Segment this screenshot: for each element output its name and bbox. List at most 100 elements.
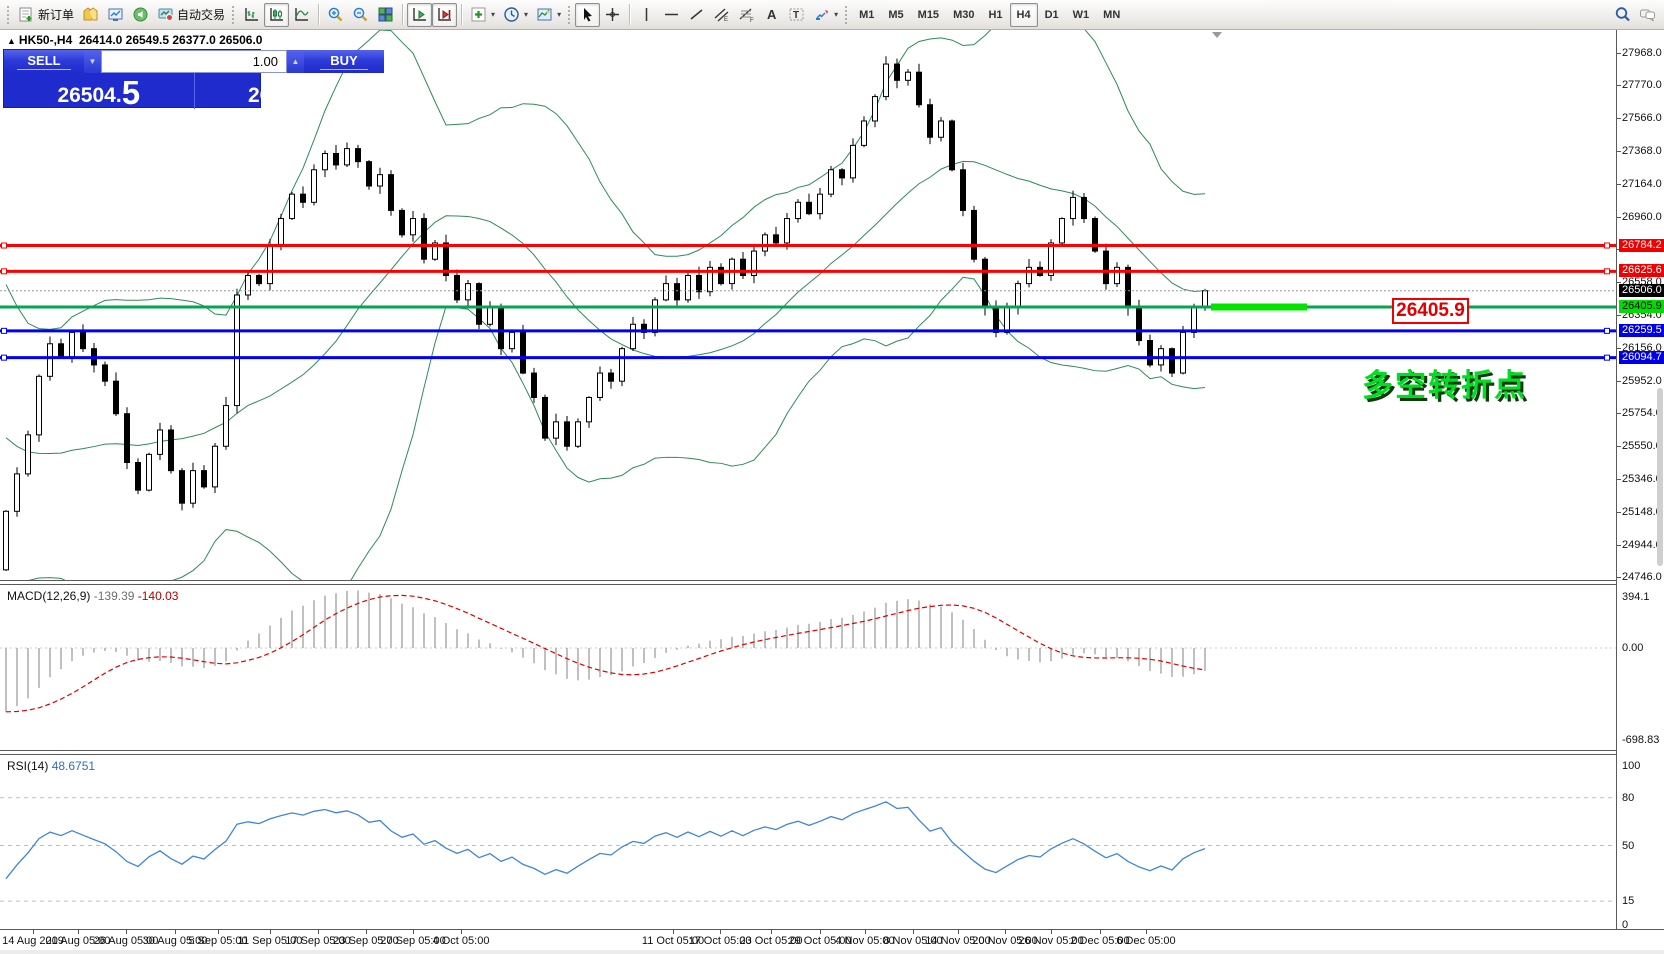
button-label: H1	[988, 9, 1002, 21]
chart-shift-marker-icon[interactable]	[1212, 32, 1222, 38]
timeframe-h1-button[interactable]: H1	[981, 3, 1009, 27]
timeframe-mn-button[interactable]: MN	[1096, 3, 1127, 27]
toolbar-grip[interactable]	[567, 5, 571, 25]
volume-decrease-button[interactable]: ▼	[84, 50, 101, 73]
date-tick	[1051, 930, 1052, 934]
new-order-button[interactable]: 新订单	[14, 3, 78, 27]
crosshair-button[interactable]	[600, 3, 625, 27]
toolbar-grip[interactable]	[6, 5, 10, 25]
templates-button[interactable]: ▾	[532, 3, 565, 27]
equidistant-channel-button[interactable]: E	[709, 3, 734, 27]
volume-increase-button[interactable]: ▲	[287, 50, 304, 73]
search-button[interactable]	[1610, 3, 1635, 27]
line-handle[interactable]	[2, 328, 7, 333]
rsi-panel	[0, 755, 1616, 929]
trendline-button[interactable]	[684, 3, 709, 27]
bars-chart-icon	[243, 6, 260, 23]
market-watch-button[interactable]	[103, 3, 128, 27]
text-icon: A	[763, 6, 780, 23]
candlestick-chart-button[interactable]	[264, 3, 289, 27]
line-handle[interactable]	[2, 355, 7, 360]
rsi-axis-label: 15	[1622, 895, 1634, 907]
auto-scroll-button[interactable]	[407, 3, 432, 27]
date-tick	[958, 930, 959, 934]
date-tick	[673, 930, 674, 934]
date-tick	[413, 930, 414, 934]
line-handle[interactable]	[1605, 328, 1610, 333]
price-axis-label: 25952.0	[1622, 375, 1662, 387]
chart-shift-icon	[436, 6, 453, 23]
chevron-down-icon[interactable]: ▾	[557, 10, 561, 19]
chevron-down-icon[interactable]: ▾	[491, 10, 495, 19]
line-handle[interactable]	[1605, 269, 1610, 274]
autotrading-button[interactable]: 自动交易	[153, 3, 229, 27]
timeframe-m30-button[interactable]: M30	[946, 3, 981, 27]
buy-button[interactable]: BUY	[304, 50, 384, 73]
bar-chart-button[interactable]	[239, 3, 264, 27]
macd-axis-label: -698.83	[1622, 734, 1659, 746]
volume-input[interactable]	[101, 50, 287, 73]
periods-button[interactable]: ▾	[499, 3, 532, 27]
turning-point-annotation[interactable]: 多空转折点	[1362, 360, 1527, 405]
vertical-scrollbar[interactable]	[1657, 388, 1663, 566]
crosshair-icon	[604, 6, 621, 23]
tile-windows-button[interactable]	[373, 3, 398, 27]
sell-price[interactable]: 26504.5	[4, 73, 194, 109]
date-tick	[913, 930, 914, 934]
axis-tick	[1617, 53, 1621, 54]
axis-tick	[1617, 85, 1621, 86]
line-chart-button[interactable]	[289, 3, 314, 27]
profiles-icon	[82, 6, 99, 23]
timeframe-d1-button[interactable]: D1	[1038, 3, 1066, 27]
arrows-icon	[813, 6, 830, 23]
fibonacci-button[interactable]: F	[734, 3, 759, 27]
chevron-down-icon[interactable]: ▾	[834, 10, 838, 19]
rsi-indicator-label: RSI(14) 48.6751	[7, 759, 95, 773]
zoom-out-button[interactable]	[348, 3, 373, 27]
timeframe-w1-button[interactable]: W1	[1066, 3, 1097, 27]
toolbar-grip[interactable]	[231, 5, 235, 25]
arrows-button[interactable]: ▾	[809, 3, 842, 27]
date-tick	[175, 930, 176, 934]
timeframe-m15-button[interactable]: M15	[911, 3, 946, 27]
indicators-button[interactable]: ▾	[466, 3, 499, 27]
buy-price[interactable]: 26520.5	[195, 73, 385, 109]
zoom-in-button[interactable]	[323, 3, 348, 27]
chart-title: ▲HK50-,H4 26414.0 26549.5 26377.0 26506.…	[7, 33, 262, 47]
vertical-line-button[interactable]	[634, 3, 659, 27]
market-watch-icon	[107, 6, 124, 23]
collapse-triangle-icon[interactable]: ▲	[7, 36, 16, 46]
cursor-button[interactable]	[575, 3, 600, 27]
line-handle[interactable]	[2, 269, 7, 274]
chart-shift-button[interactable]	[432, 3, 457, 27]
chat-button[interactable]	[1635, 3, 1660, 27]
tile-windows-icon	[377, 6, 394, 23]
timeframe-h4-button[interactable]: H4	[1010, 3, 1038, 27]
horizontal-line-button[interactable]	[659, 3, 684, 27]
timeframe-m1-button[interactable]: M1	[852, 3, 881, 27]
profiles-button[interactable]	[78, 3, 103, 27]
text-button[interactable]: A	[759, 3, 784, 27]
zoom-in-icon	[327, 6, 344, 23]
text-label-button[interactable]: T	[784, 3, 809, 27]
trading-terminal: 新订单自动交易▾▾▾EFAT▾M1M5M15M30H1H4D1W1MN 2796…	[0, 0, 1664, 954]
macd-axis-label: 394.1	[1622, 591, 1650, 603]
line-handle[interactable]	[2, 243, 7, 248]
axis-tick	[1617, 315, 1621, 316]
templates-icon	[536, 6, 553, 23]
date-tick	[865, 930, 866, 934]
chevron-down-icon[interactable]: ▾	[524, 10, 528, 19]
date-tick	[366, 930, 367, 934]
line-handle[interactable]	[1605, 243, 1610, 248]
sounds-button[interactable]	[128, 3, 153, 27]
symbol-period-label: HK50-,H4	[19, 33, 72, 47]
sell-button[interactable]: SELL	[4, 50, 84, 73]
date-axis[interactable]: 14 Aug 201920 Aug 05:0026 Aug 05:0030 Au…	[0, 929, 1664, 950]
price-annotation-box[interactable]: 26405.9	[1392, 298, 1469, 324]
timeframe-m5-button[interactable]: M5	[881, 3, 910, 27]
toolbar-grip[interactable]	[844, 5, 848, 25]
line-handle[interactable]	[1605, 355, 1610, 360]
macd-panel	[0, 585, 1616, 750]
ohlc-values: 26414.0 26549.5 26377.0 26506.0	[79, 33, 263, 47]
price-axis-label: 27368.0	[1622, 145, 1662, 157]
